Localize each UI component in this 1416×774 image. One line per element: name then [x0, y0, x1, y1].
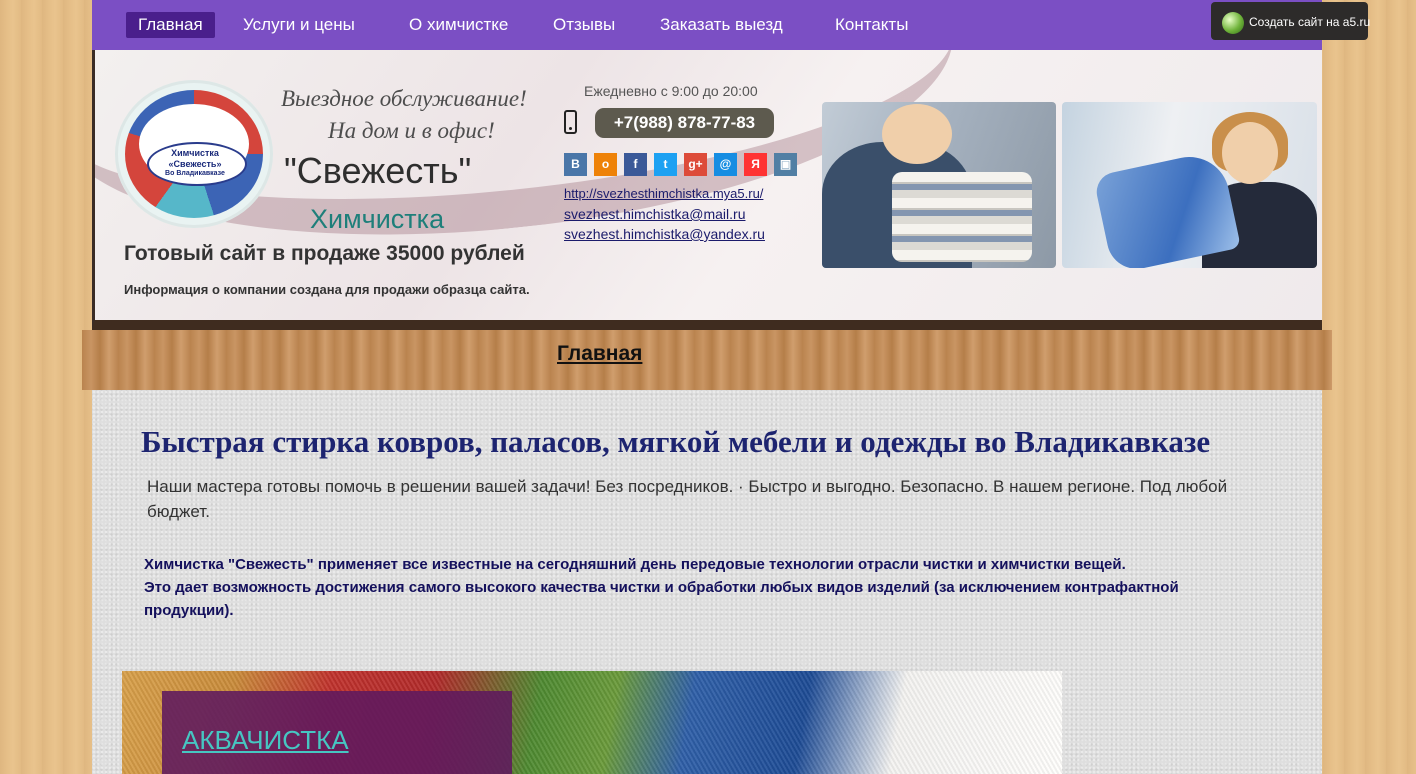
odnoklassniki-icon[interactable]: о: [594, 153, 617, 176]
description-line1: Химчистка "Свежесть" применяет все извес…: [144, 556, 1126, 573]
intro-text: Наши мастера готовы помочь в решении ваш…: [147, 477, 1228, 521]
slogan-line1: Выездное обслуживание!: [281, 86, 527, 111]
nav-item-order[interactable]: Заказать выезд: [648, 12, 795, 38]
nav-item-home[interactable]: Главная: [126, 12, 215, 38]
logo-line3: Во Владикавказе: [165, 170, 225, 177]
globe-icon: [1222, 12, 1244, 34]
google-plus-icon[interactable]: g+: [684, 153, 707, 176]
contact-links: http://svezhesthimchistka.mya5.ru/ svezh…: [564, 184, 765, 244]
facebook-icon[interactable]: f: [624, 153, 647, 176]
header-photo-towels: [822, 102, 1056, 268]
photo-figure-head: [1222, 122, 1278, 184]
phone-number[interactable]: +7(988) 878-77-83: [595, 108, 774, 138]
nav-item-reviews[interactable]: Отзывы: [541, 12, 627, 38]
nav-item-contacts[interactable]: Контакты: [823, 12, 920, 38]
carpet-banner: АКВАЧИСТКА: [122, 671, 1062, 774]
aquacleaning-link[interactable]: АКВАЧИСТКА: [182, 725, 349, 756]
photo-towels: [892, 172, 1032, 262]
brand-name: "Свежесть": [284, 150, 472, 191]
instagram-icon[interactable]: ▣: [774, 153, 797, 176]
main-content: Быстрая стирка ковров, паласов, мягкой м…: [92, 390, 1322, 774]
twitter-icon[interactable]: t: [654, 153, 677, 176]
yandex-icon[interactable]: Я: [744, 153, 767, 176]
photo-figure-head: [882, 104, 952, 164]
nav-item-services[interactable]: Услуги и цены: [231, 12, 367, 38]
email-link-mail[interactable]: svezhest.himchistka@mail.ru: [564, 204, 765, 224]
company-logo[interactable]: Химчистка «Свежесть» Во Владикавказе: [115, 80, 273, 228]
page-title[interactable]: Главная: [557, 342, 642, 366]
working-hours: Ежедневно с 9:00 до 20:00: [584, 83, 758, 99]
main-heading: Быстрая стирка ковров, паласов, мягкой м…: [141, 424, 1211, 459]
header-photo-dry-cleaning: [1062, 102, 1317, 268]
site-url-link[interactable]: http://svezhesthimchistka.mya5.ru/: [564, 184, 765, 204]
top-navigation: Главная Услуги и цены О химчистке Отзывы…: [92, 0, 1322, 50]
mail-ru-icon[interactable]: @: [714, 153, 737, 176]
sale-notice: Готовый сайт в продаже 35000 рублей: [124, 242, 525, 265]
aquacleaning-panel: АКВАЧИСТКА: [162, 691, 512, 774]
create-site-label: Создать сайт на a5.ru: [1249, 15, 1371, 29]
email-link-yandex[interactable]: svezhest.himchistka@yandex.ru: [564, 224, 765, 244]
description-line2: Это дает возможность достижения самого в…: [144, 579, 1179, 619]
nav-item-about[interactable]: О химчистке: [397, 12, 520, 38]
create-site-badge[interactable]: Создать сайт на a5.ru: [1211, 2, 1371, 40]
description-text: Химчистка "Свежесть" применяет все извес…: [144, 553, 1244, 622]
vk-icon[interactable]: В: [564, 153, 587, 176]
logo-line1: Химчистка: [171, 148, 219, 158]
phone-icon: [564, 110, 577, 134]
brand-subtitle: Химчистка: [310, 204, 445, 234]
logo-line2: «Свежесть»: [168, 159, 222, 169]
page-title-strip: Главная: [82, 330, 1332, 390]
info-notice: Информация о компании создана для продаж…: [124, 282, 530, 297]
site-header: Химчистка «Свежесть» Во Владикавказе Вые…: [92, 50, 1322, 330]
slogan-line2: На дом и в офис!: [328, 118, 495, 143]
